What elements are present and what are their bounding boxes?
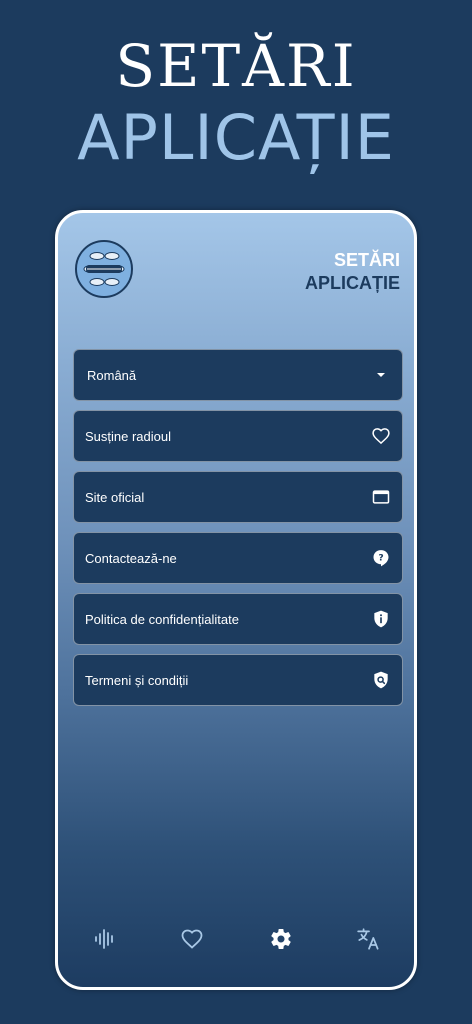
- heart-outline-icon: [371, 426, 391, 446]
- radio-fish-logo: [75, 240, 133, 298]
- svg-text:?: ?: [378, 553, 383, 564]
- privacy-policy-button[interactable]: Politica de confidențialitate: [73, 593, 403, 645]
- support-radio-button[interactable]: Susține radioul: [73, 410, 403, 462]
- official-site-label: Site oficial: [85, 489, 145, 505]
- language-select[interactable]: Română: [73, 349, 403, 401]
- app-title: SETĂRI APLICAȚIE: [305, 249, 400, 295]
- official-site-button[interactable]: Site oficial: [73, 471, 403, 523]
- browser-window-icon: [371, 487, 391, 507]
- app-title-line2: APLICAȚIE: [304, 273, 400, 293]
- privacy-policy-label: Politica de confidențialitate: [85, 611, 239, 627]
- support-radio-label: Susține radioul: [85, 428, 171, 444]
- hero-title-line1: SETĂRI: [115, 32, 357, 100]
- audio-wave-icon: [93, 927, 117, 956]
- phone-frame: SETĂRI APLICAȚIE Română Susține radioul …: [55, 210, 417, 990]
- nav-favorites[interactable]: [172, 921, 212, 961]
- nav-language[interactable]: [349, 921, 389, 961]
- search-shield-icon: [371, 670, 391, 690]
- terms-label: Termeni și condiții: [85, 672, 189, 688]
- terms-button[interactable]: Termeni și condiții: [73, 654, 403, 706]
- settings-menu: Română Susține radioul Site oficial Cont…: [73, 349, 403, 715]
- contact-button[interactable]: Contactează-ne ?: [73, 532, 403, 584]
- nav-player[interactable]: [85, 921, 125, 961]
- bottom-navigation: [58, 921, 414, 961]
- help-bubble-icon: ?: [371, 548, 391, 568]
- heart-outline-icon: [180, 927, 204, 956]
- contact-label: Contactează-ne: [85, 550, 177, 566]
- hero-title-line2: APLICAȚIE: [77, 101, 395, 174]
- app-title-line1: SETĂRI: [333, 250, 400, 270]
- info-shield-icon: [371, 609, 391, 629]
- caret-down-icon: [371, 365, 391, 385]
- translate-icon: [356, 926, 382, 957]
- nav-settings[interactable]: [261, 921, 301, 961]
- gear-icon: [269, 927, 293, 956]
- language-select-value: Română: [87, 367, 137, 383]
